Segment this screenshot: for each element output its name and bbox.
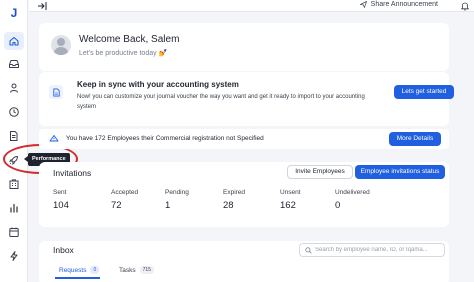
sync-description: Now! you can customize your journal vouc… <box>77 94 365 110</box>
stat-undelivered: Undelivered 0 <box>335 189 370 211</box>
user-icon <box>10 83 18 93</box>
document-sync-icon <box>49 85 63 99</box>
stat-unsent: Unsent 162 <box>280 189 301 211</box>
document-money-icon <box>10 131 18 141</box>
share-announcement-label: Share Announcement <box>370 1 438 8</box>
employees-alert-bar: You have 172 Employees their Commercial … <box>39 129 449 149</box>
sidebar-item-organization[interactable] <box>4 175 24 193</box>
sidebar-item-profile[interactable] <box>4 79 24 97</box>
sidebar-item-calendar[interactable] <box>4 223 24 241</box>
welcome-subtitle: Let's be productive today 💅 <box>79 50 168 57</box>
tab-requests-count: 0 <box>90 266 100 274</box>
tab-requests-label: Requests <box>59 266 87 274</box>
bar-chart-icon <box>10 203 18 213</box>
alert-text: You have 172 Employees their Commercial … <box>66 135 264 142</box>
sidebar-item-automation[interactable] <box>4 247 24 265</box>
sidebar-item-reports[interactable] <box>4 199 24 217</box>
app-logo[interactable]: J <box>6 5 22 21</box>
sync-title: Keep in sync with your accounting system <box>77 80 239 89</box>
main-content: Welcome Back, Salem Let's be productive … <box>29 13 474 282</box>
lets-get-started-button[interactable]: Lets get started <box>394 85 454 99</box>
building-icon <box>9 179 19 189</box>
bell-icon[interactable] <box>460 1 470 11</box>
home-icon <box>9 36 19 46</box>
topbar: Share Announcement <box>29 0 474 12</box>
invitations-title: Invitations <box>53 168 92 178</box>
lightning-icon <box>10 251 18 261</box>
tab-tasks-count: 715 <box>139 266 154 274</box>
welcome-title: Welcome Back, Salem <box>79 34 180 45</box>
inbox-icon <box>9 60 19 68</box>
invitations-card: Invitations Invite Employees Employee in… <box>39 162 449 227</box>
employee-search-input[interactable] <box>315 245 440 255</box>
accounting-sync-card: Keep in sync with your accounting system… <box>39 72 454 126</box>
stat-pending: Pending 1 <box>165 189 189 211</box>
tab-tasks[interactable]: Tasks 715 <box>119 266 154 274</box>
inbox-title: Inbox <box>53 245 74 255</box>
active-tab-indicator <box>55 277 100 279</box>
alert-icon <box>49 135 59 142</box>
stat-sent: Sent 104 <box>53 189 69 211</box>
sidebar-item-payroll[interactable] <box>4 127 24 145</box>
stat-expired: Expired 28 <box>223 189 246 211</box>
sidebar: J <box>0 0 28 282</box>
sidebar-item-attendance[interactable] <box>4 103 24 121</box>
stat-accepted: Accepted 72 <box>111 189 139 211</box>
tab-requests[interactable]: Requests 0 <box>59 266 100 274</box>
calendar-icon <box>9 227 19 237</box>
sidebar-item-inbox[interactable] <box>4 55 24 73</box>
share-announcement-button[interactable]: Share Announcement <box>359 1 438 8</box>
send-icon <box>359 1 367 8</box>
clock-icon <box>9 107 19 117</box>
invitations-status-button[interactable]: Employee invitations status <box>355 165 445 179</box>
tab-tasks-label: Tasks <box>119 266 136 274</box>
invite-employees-button[interactable]: Invite Employees <box>287 165 353 179</box>
collapse-sidebar-icon[interactable] <box>37 1 47 11</box>
search-icon <box>305 247 312 254</box>
employee-search <box>299 243 445 257</box>
avatar <box>51 35 71 55</box>
inbox-card: Inbox Requests 0 Tasks 715 <box>39 241 449 282</box>
more-details-button[interactable]: More Details <box>389 132 441 146</box>
sidebar-item-home[interactable] <box>4 32 24 50</box>
welcome-card: Welcome Back, Salem Let's be productive … <box>39 23 449 71</box>
